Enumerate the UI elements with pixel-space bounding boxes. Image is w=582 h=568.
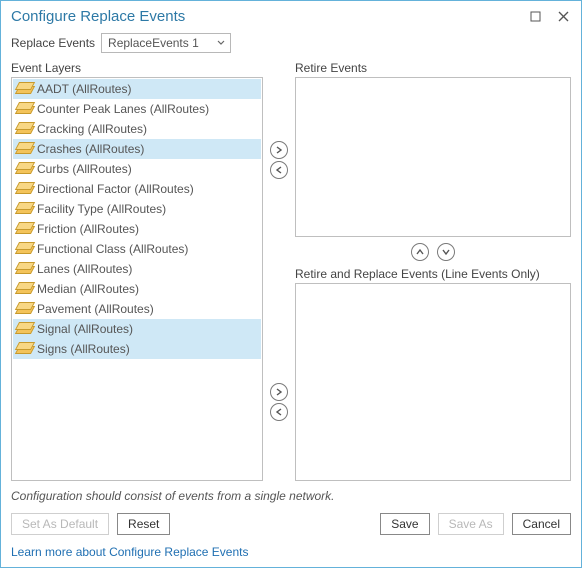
replace-events-label: Replace Events — [11, 36, 95, 50]
move-up-button[interactable] — [411, 243, 429, 261]
list-item[interactable]: Signal (AllRoutes) — [13, 319, 261, 339]
list-item[interactable]: Friction (AllRoutes) — [13, 219, 261, 239]
list-item-label: Curbs (AllRoutes) — [37, 162, 132, 176]
window-title: Configure Replace Events — [11, 8, 521, 25]
list-item[interactable]: Crashes (AllRoutes) — [13, 139, 261, 159]
layer-icon — [17, 263, 31, 275]
list-item[interactable]: Median (AllRoutes) — [13, 279, 261, 299]
list-item[interactable]: Cracking (AllRoutes) — [13, 119, 261, 139]
replace-events-combo[interactable]: ReplaceEvents 1 — [101, 33, 231, 53]
list-item[interactable]: Functional Class (AllRoutes) — [13, 239, 261, 259]
layer-icon — [17, 283, 31, 295]
move-left-retire-button[interactable] — [270, 161, 288, 179]
layer-icon — [17, 83, 31, 95]
list-item-label: Facility Type (AllRoutes) — [37, 202, 166, 216]
list-item[interactable]: Directional Factor (AllRoutes) — [13, 179, 261, 199]
list-item-label: Functional Class (AllRoutes) — [37, 242, 188, 256]
event-layers-list[interactable]: AADT (AllRoutes) Counter Peak Lanes (AllR… — [11, 77, 263, 481]
move-right-retire-button[interactable] — [270, 141, 288, 159]
chevron-down-icon — [212, 40, 230, 46]
list-item[interactable]: Pavement (AllRoutes) — [13, 299, 261, 319]
layer-icon — [17, 163, 31, 175]
list-item-label: Median (AllRoutes) — [37, 282, 139, 296]
list-item-label: Friction (AllRoutes) — [37, 222, 139, 236]
save-as-button[interactable]: Save As — [438, 513, 504, 535]
close-button[interactable] — [549, 4, 577, 28]
lists-area: Event Layers AADT (AllRoutes) Counter Pea… — [11, 61, 571, 481]
list-item-label: Pavement (AllRoutes) — [37, 302, 154, 316]
layer-icon — [17, 243, 31, 255]
cancel-button[interactable]: Cancel — [512, 513, 571, 535]
layer-icon — [17, 343, 31, 355]
retire-replace-section: Retire and Replace Events (Line Events O… — [295, 267, 571, 481]
transfer-column — [263, 61, 295, 481]
maximize-button[interactable] — [521, 4, 549, 28]
move-right-retire-replace-button[interactable] — [270, 383, 288, 401]
list-item[interactable]: Lanes (AllRoutes) — [13, 259, 261, 279]
list-item-label: Signal (AllRoutes) — [37, 322, 133, 336]
save-button[interactable]: Save — [380, 513, 429, 535]
right-column: Retire Events Retire and Replace Events … — [295, 61, 571, 481]
list-item-label: Counter Peak Lanes (AllRoutes) — [37, 102, 209, 116]
retire-events-label: Retire Events — [295, 61, 571, 75]
dialog-body: Replace Events ReplaceEvents 1 Event Lay… — [1, 31, 581, 567]
list-item-label: Signs (AllRoutes) — [37, 342, 130, 356]
layer-icon — [17, 203, 31, 215]
layer-icon — [17, 223, 31, 235]
retire-replace-list[interactable] — [295, 283, 571, 481]
reset-button[interactable]: Reset — [117, 513, 170, 535]
titlebar: Configure Replace Events — [1, 1, 581, 31]
list-item-label: AADT (AllRoutes) — [37, 82, 131, 96]
reorder-buttons — [295, 237, 571, 267]
list-item[interactable]: AADT (AllRoutes) — [13, 79, 261, 99]
button-row: Set As Default Reset Save Save As Cancel — [11, 513, 571, 535]
retire-events-list[interactable] — [295, 77, 571, 237]
layer-icon — [17, 143, 31, 155]
layer-icon — [17, 103, 31, 115]
replace-events-value: ReplaceEvents 1 — [102, 36, 212, 50]
hint-text: Configuration should consist of events f… — [11, 489, 571, 503]
list-item[interactable]: Signs (AllRoutes) — [13, 339, 261, 359]
list-item-label: Crashes (AllRoutes) — [37, 142, 144, 156]
list-item[interactable]: Facility Type (AllRoutes) — [13, 199, 261, 219]
replace-events-selector-row: Replace Events ReplaceEvents 1 — [11, 33, 571, 53]
window: Configure Replace Events Replace Events … — [0, 0, 582, 568]
retire-events-section: Retire Events — [295, 61, 571, 237]
list-item-label: Directional Factor (AllRoutes) — [37, 182, 194, 196]
layer-icon — [17, 183, 31, 195]
retire-transfer-group — [270, 139, 288, 181]
layer-icon — [17, 123, 31, 135]
list-item[interactable]: Curbs (AllRoutes) — [13, 159, 261, 179]
event-layers-label: Event Layers — [11, 61, 263, 75]
learn-more-link[interactable]: Learn more about Configure Replace Event… — [11, 545, 571, 559]
event-layers-column: Event Layers AADT (AllRoutes) Counter Pea… — [11, 61, 263, 481]
layer-icon — [17, 303, 31, 315]
set-as-default-button[interactable]: Set As Default — [11, 513, 109, 535]
list-item-label: Lanes (AllRoutes) — [37, 262, 132, 276]
retire-replace-label: Retire and Replace Events (Line Events O… — [295, 267, 571, 281]
list-item-label: Cracking (AllRoutes) — [37, 122, 147, 136]
move-down-button[interactable] — [437, 243, 455, 261]
move-left-retire-replace-button[interactable] — [270, 403, 288, 421]
list-item[interactable]: Counter Peak Lanes (AllRoutes) — [13, 99, 261, 119]
retire-replace-transfer-group — [270, 381, 288, 423]
layer-icon — [17, 323, 31, 335]
